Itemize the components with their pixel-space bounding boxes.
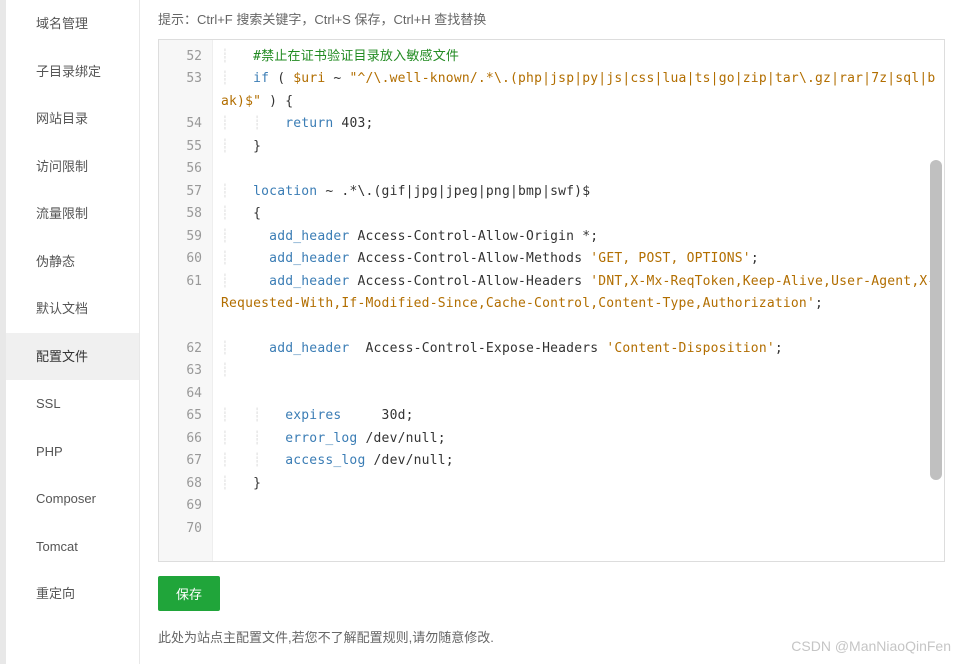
sidebar: 域名管理 子目录绑定 网站目录 访问限制 流量限制 伪静态 默认文档 配置文件 … <box>0 0 140 664</box>
sidebar-item-traffic-limit[interactable]: 流量限制 <box>6 190 139 238</box>
sidebar-item-default-doc[interactable]: 默认文档 <box>6 285 139 333</box>
sidebar-item-rewrite[interactable]: 伪静态 <box>6 238 139 286</box>
sidebar-item-label: 访问限制 <box>36 159 88 174</box>
sidebar-item-label: SSL <box>36 396 61 411</box>
sidebar-item-label: 流量限制 <box>36 206 88 221</box>
sidebar-item-tomcat[interactable]: Tomcat <box>6 523 139 571</box>
sidebar-item-site-dir[interactable]: 网站目录 <box>6 95 139 143</box>
line-gutter: 52535455565758596061626364656667686970 <box>159 40 213 561</box>
sidebar-item-domain[interactable]: 域名管理 <box>6 0 139 48</box>
sidebar-item-label: Composer <box>36 491 96 506</box>
sidebar-item-php[interactable]: PHP <box>6 428 139 476</box>
sidebar-item-composer[interactable]: Composer <box>6 475 139 523</box>
save-button[interactable]: 保存 <box>158 576 220 611</box>
vertical-scrollbar[interactable] <box>930 160 942 480</box>
sidebar-item-label: 配置文件 <box>36 349 88 364</box>
sidebar-item-label: 伪静态 <box>36 254 75 269</box>
sidebar-item-config-file[interactable]: 配置文件 <box>6 333 139 381</box>
sidebar-item-access-limit[interactable]: 访问限制 <box>6 143 139 191</box>
main-panel: 提示：Ctrl+F 搜索关键字，Ctrl+S 保存，Ctrl+H 查找替换 52… <box>140 0 963 664</box>
sidebar-item-ssl[interactable]: SSL <box>6 380 139 428</box>
code-area[interactable]: ┊ #禁止在证书验证目录放入敏感文件┊ if ( $uri ~ "^/\.wel… <box>213 40 944 561</box>
sidebar-item-label: 子目录绑定 <box>36 64 101 79</box>
sidebar-item-label: 默认文档 <box>36 301 88 316</box>
sidebar-item-redirect[interactable]: 重定向 <box>6 570 139 618</box>
code-editor[interactable]: 52535455565758596061626364656667686970 ┊… <box>158 39 945 562</box>
sidebar-item-label: 网站目录 <box>36 111 88 126</box>
sidebar-item-label: PHP <box>36 444 63 459</box>
sidebar-item-label: 域名管理 <box>36 16 88 31</box>
sidebar-item-subdir[interactable]: 子目录绑定 <box>6 48 139 96</box>
sidebar-item-label: Tomcat <box>36 539 78 554</box>
footer-note: 此处为站点主配置文件,若您不了解配置规则,请勿随意修改. <box>158 627 945 646</box>
sidebar-item-label: 重定向 <box>36 586 75 601</box>
editor-hint: 提示：Ctrl+F 搜索关键字，Ctrl+S 保存，Ctrl+H 查找替换 <box>158 10 945 31</box>
